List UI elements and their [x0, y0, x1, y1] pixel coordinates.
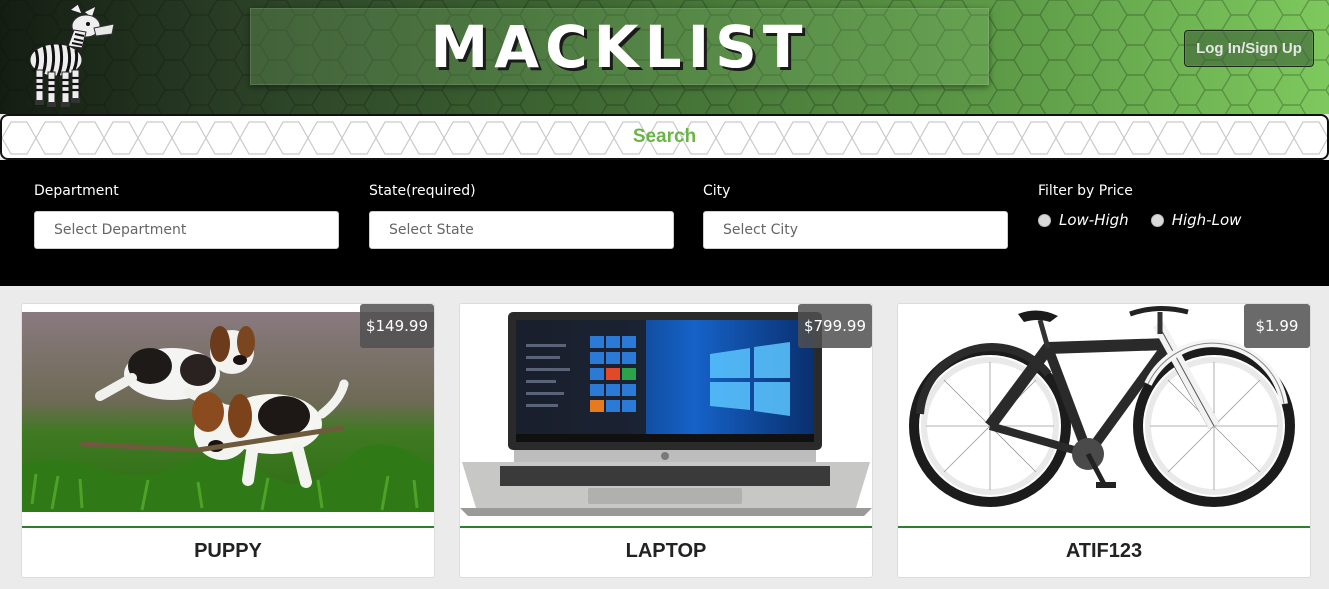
radio-high-low-label: High-Low: [1171, 211, 1242, 229]
price-badge: $799.99: [797, 304, 872, 348]
price-filter-label: Filter by Price: [1038, 183, 1133, 199]
price-badge: $149.99: [359, 304, 434, 348]
listing-title[interactable]: ATIF123: [898, 540, 1310, 563]
department-label: Department: [34, 183, 119, 199]
price-badge: $1.99: [1244, 304, 1310, 348]
zebra-logo: [29, 4, 115, 107]
site-title-box: MACKLIST: [250, 8, 989, 85]
city-label: City: [703, 183, 731, 199]
site-title: MACKLIST: [430, 12, 809, 81]
listing-card[interactable]: $1.99 ATIF123: [897, 303, 1311, 578]
card-divider: [22, 526, 434, 528]
card-divider: [460, 526, 872, 528]
radio-button-icon[interactable]: [1150, 213, 1164, 227]
search-bar[interactable]: Search: [0, 114, 1329, 160]
city-filter: City Select City: [703, 183, 1008, 249]
price-radio-group: Low-High High-Low: [1038, 211, 1263, 229]
listing-card[interactable]: $149.99 PUPPY: [21, 303, 435, 578]
department-select[interactable]: Select Department: [34, 211, 339, 249]
header: MACKLIST Log In/Sign Up: [0, 0, 1329, 114]
listing-title[interactable]: LAPTOP: [460, 540, 872, 563]
price-filter: Filter by Price Low-High High-Low: [1038, 183, 1263, 229]
card-divider: [898, 526, 1310, 528]
radio-low-high-label: Low-High: [1059, 211, 1129, 229]
listing-title[interactable]: PUPPY: [22, 540, 434, 563]
city-select[interactable]: Select City: [703, 211, 1008, 249]
department-filter: Department Select Department: [34, 183, 339, 249]
state-filter: State(required) Select State: [369, 183, 674, 249]
radio-low-high[interactable]: Low-High: [1038, 211, 1129, 229]
listing-card[interactable]: $799.99 LAPTOP: [459, 303, 873, 578]
state-label: State(required): [369, 183, 476, 199]
radio-button-icon[interactable]: [1038, 213, 1051, 227]
state-select[interactable]: Select State: [369, 211, 674, 249]
login-signup-button[interactable]: Log In/Sign Up: [1184, 30, 1314, 67]
radio-high-low[interactable]: High-Low: [1150, 211, 1242, 229]
filter-panel: Department Select Department State(requi…: [0, 160, 1329, 286]
search-button[interactable]: Search: [2, 126, 1327, 148]
